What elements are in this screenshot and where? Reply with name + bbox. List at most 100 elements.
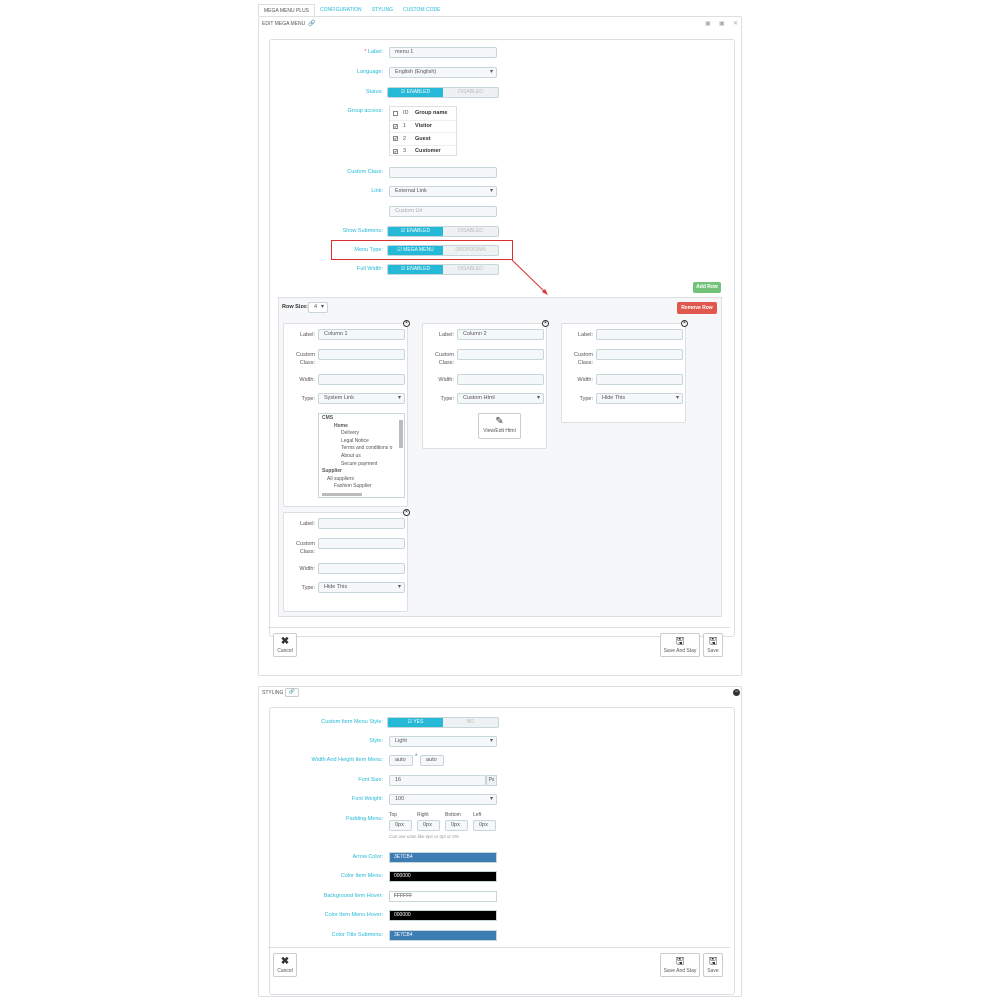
column-label-input[interactable]: [318, 518, 405, 529]
status-disabled[interactable]: DISABLED: [443, 88, 498, 97]
custom-url-input[interactable]: Custom Url: [389, 206, 497, 217]
label-input[interactable]: menu 1: [389, 47, 497, 58]
column-width-label: Width:: [299, 566, 315, 572]
color-item-menu-input[interactable]: 000000: [389, 871, 497, 882]
list-item[interactable]: Delivery: [322, 430, 401, 438]
language-select[interactable]: English (English): [389, 67, 497, 78]
column-class-input[interactable]: [318, 349, 405, 360]
style-select[interactable]: Light: [389, 736, 497, 747]
padding-bottom-input[interactable]: 0px: [445, 820, 468, 831]
status-toggle[interactable]: ☑ ENABLED DISABLED: [387, 87, 499, 98]
status-enabled[interactable]: ☑ ENABLED: [388, 88, 443, 97]
column-type-select[interactable]: Custom Html: [457, 393, 544, 404]
remove-row-button[interactable]: Remove Row: [677, 302, 717, 314]
menu-type-toggle[interactable]: ☑ MEGA MENU DROPDOWN: [387, 245, 499, 256]
list-item[interactable]: About us: [322, 453, 401, 461]
tab-custom-code[interactable]: CUSTOM CODE: [398, 4, 445, 16]
group-checkbox[interactable]: ✔: [393, 148, 398, 154]
custom-class-input[interactable]: [389, 167, 497, 178]
save-button[interactable]: 🖫 Save: [703, 633, 723, 657]
check-icon: ☑: [400, 89, 407, 95]
system-link-list[interactable]: CMS Home Delivery Legal Notice Terms and…: [318, 413, 405, 498]
font-weight-select[interactable]: 100: [389, 794, 497, 805]
list-item[interactable]: Fashion Supplier: [322, 483, 401, 491]
item-width-input[interactable]: auto: [389, 755, 413, 766]
color-item-hover-input[interactable]: 000000: [389, 910, 497, 921]
full-width-toggle[interactable]: ☑ ENABLED DISABLED: [387, 264, 499, 275]
column-type-select[interactable]: Hide This: [596, 393, 683, 404]
column-class-input[interactable]: [318, 538, 405, 549]
font-weight-label: Font Weight:: [351, 796, 383, 802]
link-icon[interactable]: 🔗: [285, 688, 299, 697]
list-item[interactable]: CMS: [322, 415, 401, 423]
styling-save-and-stay-button[interactable]: 🖫 Save And Stay: [660, 953, 700, 977]
list-item[interactable]: Legal Notice: [322, 438, 401, 446]
cancel-button[interactable]: ✖ Cancel: [273, 633, 297, 657]
styling-save-button[interactable]: 🖫 Save: [703, 953, 723, 977]
show-submenu-toggle[interactable]: ☑ ENABLED DISABLED: [387, 226, 499, 237]
list-item[interactable]: All suppliers: [322, 476, 401, 484]
item-height-input[interactable]: auto: [420, 755, 444, 766]
column-type-select[interactable]: Hide This: [318, 582, 405, 593]
custom-style-toggle[interactable]: ☑ YES NO: [387, 717, 499, 728]
custom-style-yes[interactable]: ☑ YES: [388, 718, 443, 727]
view-edit-html-button[interactable]: ✎ View/Edit Html: [478, 413, 521, 439]
padding-top-input[interactable]: 0px: [389, 820, 412, 831]
padding-left-input[interactable]: 0px: [473, 820, 496, 831]
full-width-disabled[interactable]: DISABLED: [443, 265, 498, 274]
panel-title: EDIT MEGA MENU: [262, 21, 306, 27]
link-select[interactable]: External Link: [389, 186, 497, 197]
list-item[interactable]: Supplier: [322, 468, 401, 476]
menu-type-mega[interactable]: ☑ MEGA MENU: [388, 246, 443, 255]
remove-column-icon[interactable]: ×: [681, 320, 688, 327]
scrollbar-vertical[interactable]: [399, 420, 403, 448]
full-width-enabled[interactable]: ☑ ENABLED: [388, 265, 443, 274]
group-checkbox[interactable]: ✔: [393, 136, 398, 142]
close-icon[interactable]: ✕: [733, 20, 738, 27]
color-title-submenu-input[interactable]: 3E7CB4: [389, 930, 497, 941]
column-width-input[interactable]: [596, 374, 683, 385]
column-class-input[interactable]: [457, 349, 544, 360]
column-width-input[interactable]: [318, 563, 405, 574]
save-and-stay-label: Save And Stay: [663, 648, 697, 654]
list-item[interactable]: Secure payment: [322, 461, 401, 469]
list-item[interactable]: Terms and conditions o: [322, 445, 401, 453]
remove-column-icon[interactable]: ×: [403, 509, 410, 516]
column-card-2: Label: Column 2 Custom Class: Width: Typ…: [422, 323, 547, 449]
column-label-input[interactable]: Column 2: [457, 329, 544, 340]
font-size-input[interactable]: 16: [389, 775, 486, 786]
tab-styling[interactable]: STYLING: [367, 4, 398, 16]
save-and-stay-button[interactable]: 🖫 Save And Stay: [660, 633, 700, 657]
group-checkbox[interactable]: ✔: [393, 123, 398, 129]
styling-cancel-button[interactable]: ✖ Cancel: [273, 953, 297, 977]
column-type-select[interactable]: System Link: [318, 393, 405, 404]
column-width-label: Width:: [438, 377, 454, 383]
custom-class-label: Custom Class:: [347, 169, 383, 175]
column-label-input[interactable]: Column 1: [318, 329, 405, 340]
arrow-color-input[interactable]: 3E7CB4: [389, 852, 497, 863]
column-label-input[interactable]: [596, 329, 683, 340]
scrollbar-horizontal[interactable]: [322, 493, 362, 496]
tab-configuration[interactable]: CONFIGURATION: [315, 4, 367, 16]
remove-column-icon[interactable]: ×: [403, 320, 410, 327]
custom-style-no[interactable]: NO: [443, 718, 498, 727]
show-submenu-disabled[interactable]: DISABLED: [443, 227, 498, 236]
list-item[interactable]: Home: [322, 423, 401, 431]
padding-label: Padding Menu:: [346, 816, 383, 822]
disk-icon[interactable]: ▣: [705, 20, 711, 27]
copy-icon[interactable]: ▣: [719, 20, 725, 27]
menu-type-dropdown[interactable]: DROPDOWN: [443, 246, 498, 255]
group-name: Visitor: [415, 123, 433, 130]
bg-item-hover-input[interactable]: FFFFFF: [389, 891, 497, 902]
tab-mega-menu-plus[interactable]: MEGA MENU PLUS: [258, 4, 316, 16]
show-submenu-enabled[interactable]: ☑ ENABLED: [388, 227, 443, 236]
column-width-input[interactable]: [457, 374, 544, 385]
padding-right-input[interactable]: 0px: [417, 820, 440, 831]
collapse-icon[interactable]: −: [733, 689, 740, 696]
column-width-input[interactable]: [318, 374, 405, 385]
add-row-button[interactable]: Add Row: [693, 282, 721, 293]
select-all-checkbox[interactable]: [393, 110, 398, 116]
row-size-select[interactable]: 4: [308, 302, 328, 313]
column-class-input[interactable]: [596, 349, 683, 360]
remove-column-icon[interactable]: ×: [542, 320, 549, 327]
